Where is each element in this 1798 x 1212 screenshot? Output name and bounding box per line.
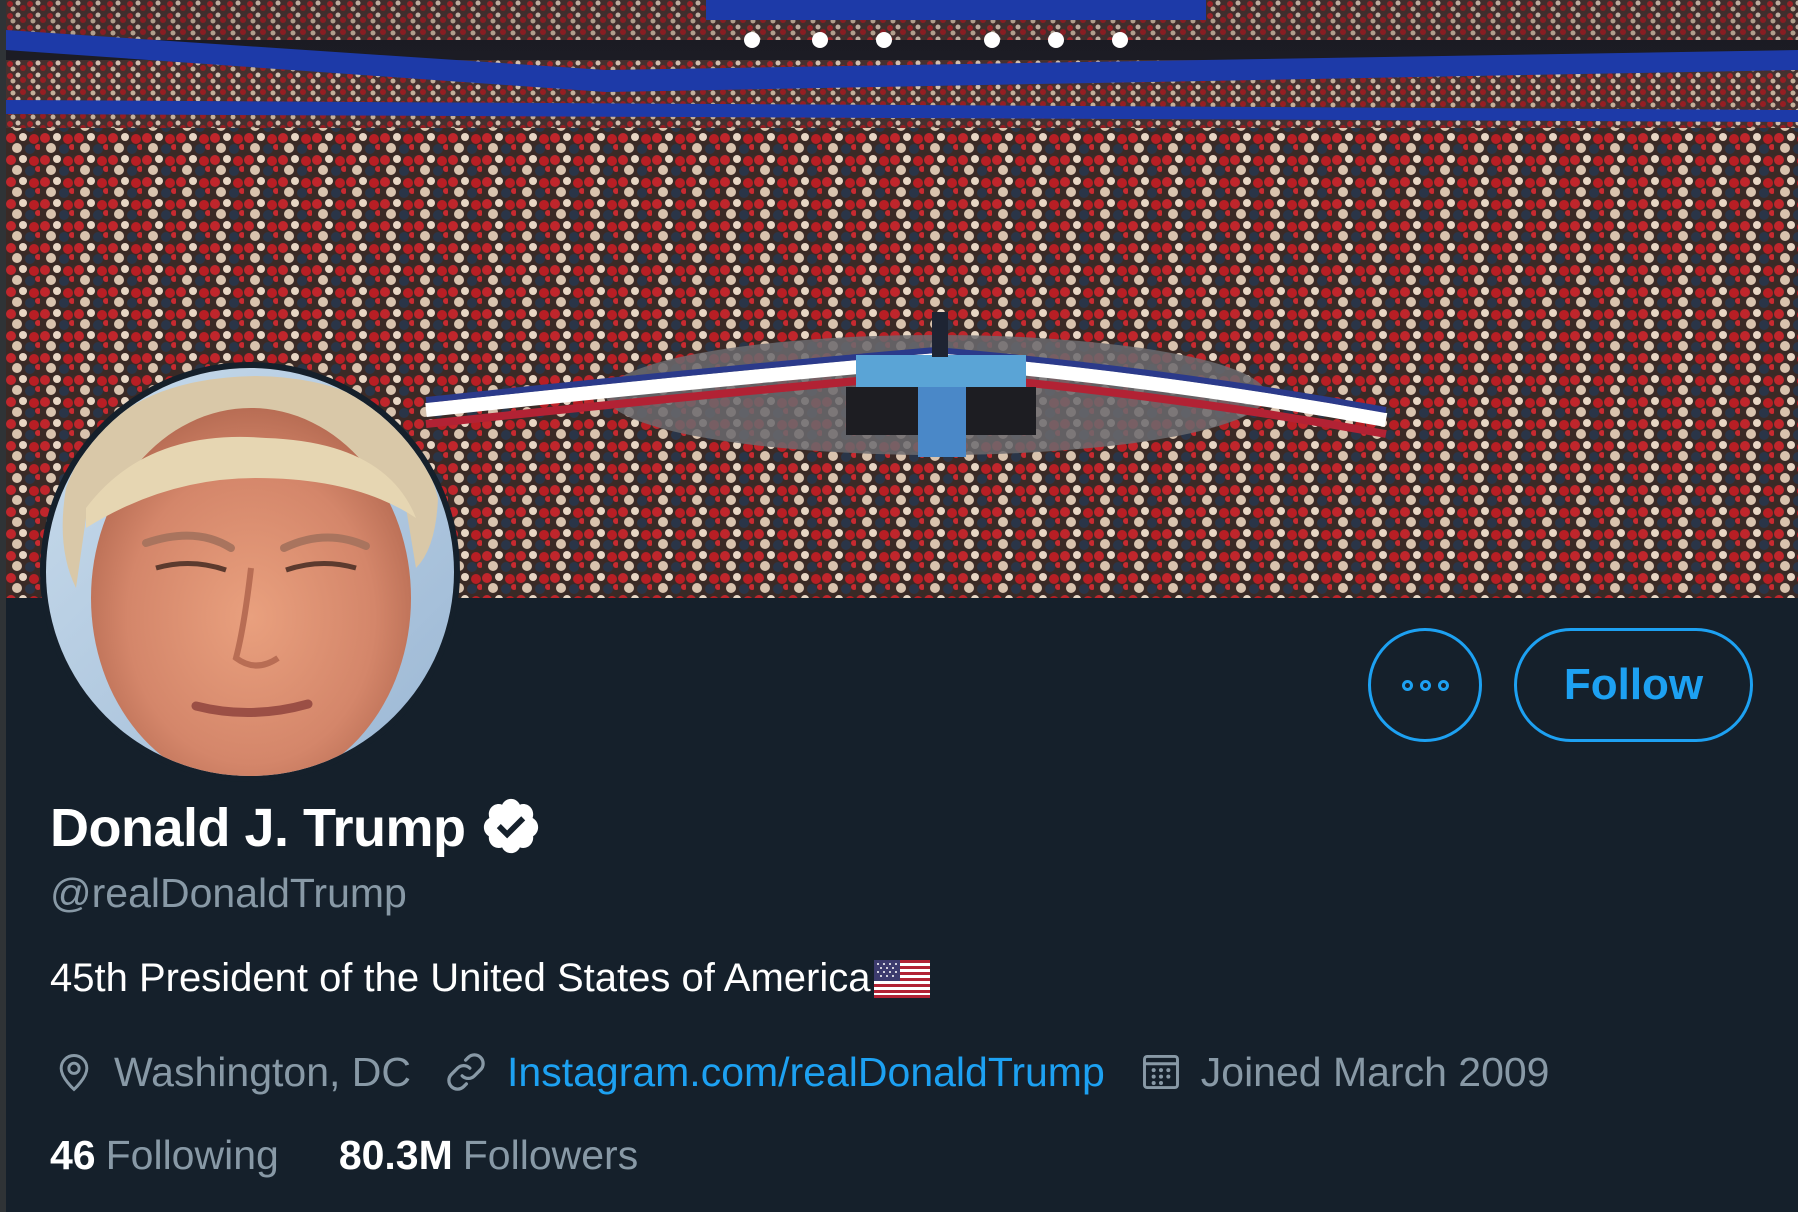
profile-meta-row: Washington, DC Instagram.com/realDonaldT… xyxy=(52,1042,1550,1102)
profile-bio: 45th President of the United States of A… xyxy=(50,956,931,1001)
location-item: Washington, DC xyxy=(52,1048,411,1096)
calendar-icon xyxy=(1139,1050,1183,1094)
profile-avatar[interactable] xyxy=(40,362,460,782)
following-label: Following xyxy=(105,1132,279,1178)
followers-count: 80.3M xyxy=(338,1132,453,1178)
following-stat[interactable]: 46 Following xyxy=(50,1132,279,1179)
link-icon xyxy=(443,1049,489,1095)
profile-stats-row: 46 Following 80.3M Followers xyxy=(50,1132,638,1179)
location-text: Washington, DC xyxy=(114,1048,411,1095)
followers-label: Followers xyxy=(462,1132,639,1178)
bio-text: 45th President of the United States of A… xyxy=(50,956,871,1000)
avatar-image xyxy=(46,368,454,776)
profile-name-row: Donald J. Trump xyxy=(50,792,542,864)
location-pin-icon xyxy=(52,1048,96,1096)
follow-button[interactable]: Follow xyxy=(1514,628,1753,742)
more-options-button[interactable] xyxy=(1368,628,1482,742)
followers-stat[interactable]: 80.3M Followers xyxy=(339,1132,638,1179)
website-item[interactable]: Instagram.com/realDonaldTrump xyxy=(443,1049,1105,1096)
more-options-icon xyxy=(1401,679,1449,691)
us-flag-icon xyxy=(874,959,931,998)
website-link[interactable]: Instagram.com/realDonaldTrump xyxy=(507,1049,1105,1096)
joined-text: Joined March 2009 xyxy=(1200,1048,1550,1095)
verified-badge-icon xyxy=(480,795,542,862)
joined-item: Joined March 2009 xyxy=(1139,1049,1550,1096)
profile-handle: @realDonaldTrump xyxy=(50,870,407,916)
following-count: 46 xyxy=(50,1132,96,1178)
display-name: Donald J. Trump xyxy=(50,798,466,858)
